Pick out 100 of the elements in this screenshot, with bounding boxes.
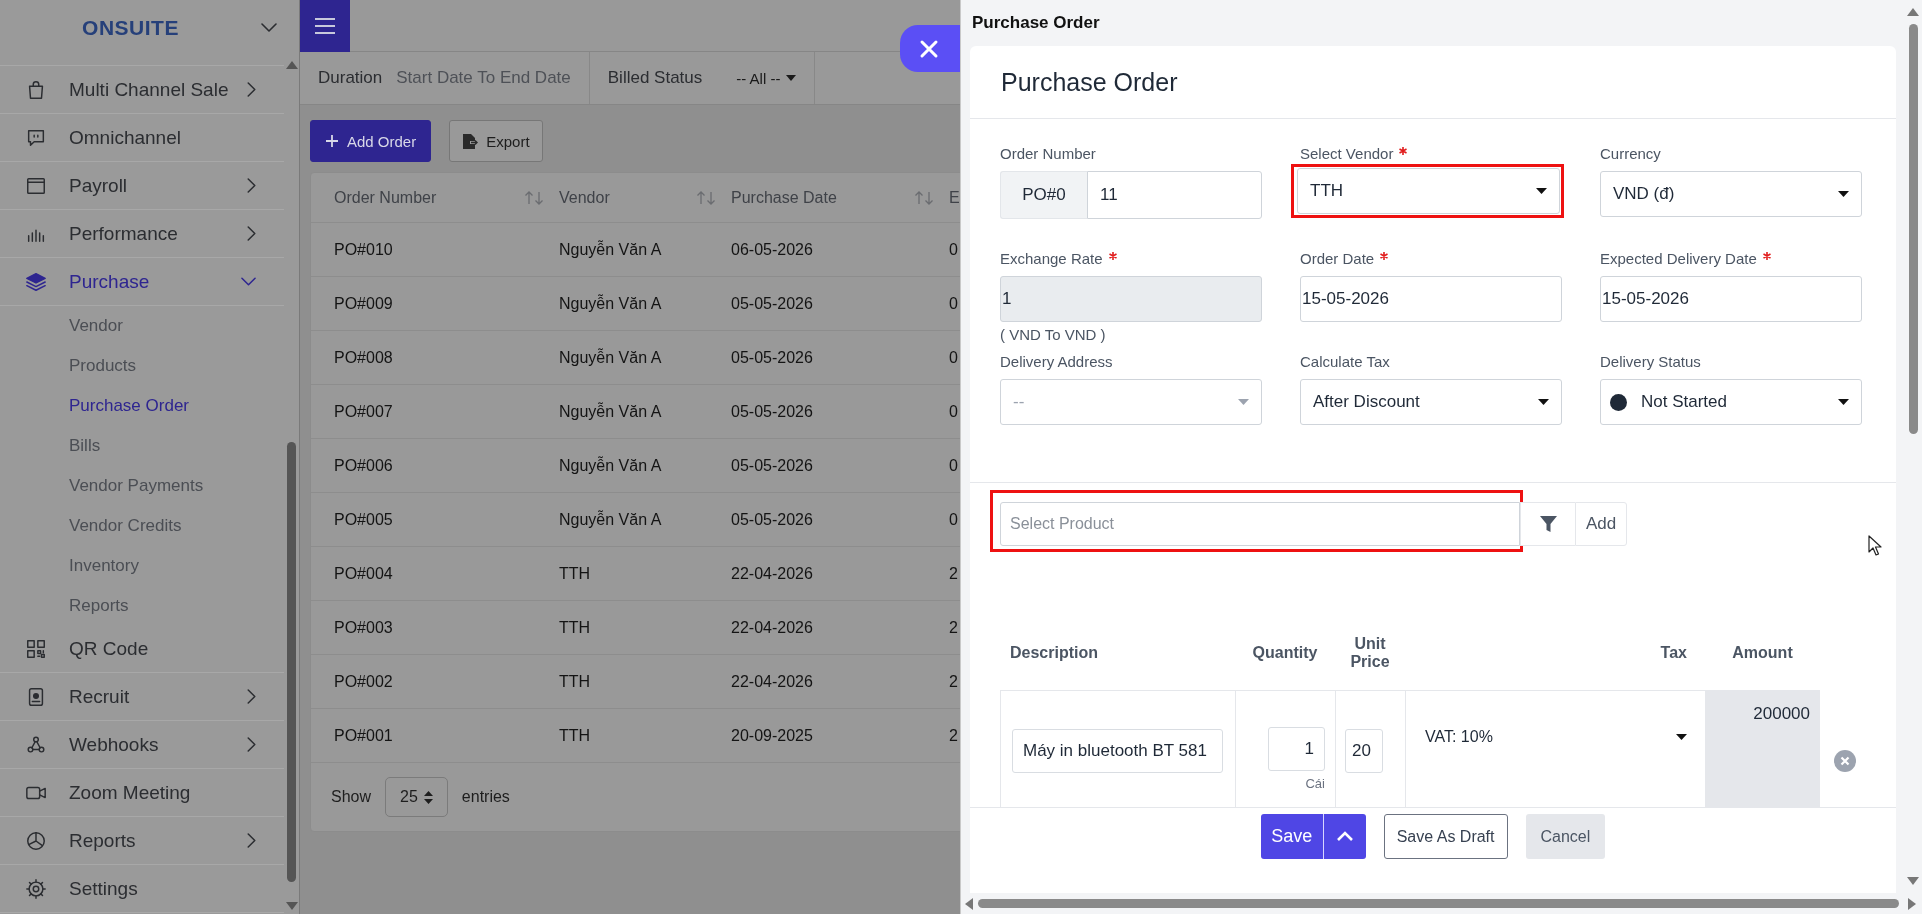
- chevron-right-icon: [247, 737, 256, 752]
- more-options-button[interactable]: [1322, 814, 1366, 859]
- chevron-right-icon: [247, 833, 256, 848]
- status-dropdown[interactable]: -- All --: [736, 69, 797, 87]
- table-cell-text: 05-05-2026: [730, 510, 814, 529]
- column-header: Amount: [1731, 643, 1794, 663]
- close-button[interactable]: [900, 25, 960, 72]
- column-header[interactable]: Vendor: [554, 188, 726, 207]
- table-cell-text: PO#003: [333, 618, 394, 637]
- submenu-item[interactable]: Vendor Payments: [0, 466, 284, 506]
- menu-item[interactable]: Multi Channel Sale: [0, 66, 284, 114]
- table-cell-text: 2: [948, 564, 959, 583]
- draft-button[interactable]: Save As Draft: [1383, 814, 1508, 859]
- export-button[interactable]: Export: [449, 120, 543, 162]
- submenu-item[interactable]: Inventory: [0, 546, 284, 586]
- asterisk-icon: [1762, 252, 1771, 260]
- column-header: Tax: [1659, 643, 1688, 663]
- input-field[interactable]: 11: [1087, 171, 1262, 219]
- scroll-up-icon[interactable]: [285, 61, 298, 69]
- scroll-down-icon[interactable]: [285, 902, 298, 910]
- unit-label: Cái: [1305, 776, 1325, 791]
- menu-button[interactable]: [300, 0, 350, 52]
- scrollbar-thumb[interactable]: [978, 899, 1899, 908]
- submenu-item[interactable]: Bills: [0, 426, 284, 466]
- table-cell-text: PO#007: [333, 402, 394, 421]
- table-cell-text: Nguyễn Văn A: [558, 456, 663, 475]
- menu-icon: [314, 17, 336, 35]
- caret-icon: [1536, 188, 1547, 194]
- table-cell-text: PO#006: [333, 456, 394, 475]
- tax-dropdown[interactable]: VAT: 10%: [1425, 725, 1705, 749]
- menu-item[interactable]: Webhooks: [0, 721, 284, 769]
- dropdown[interactable]: --: [1000, 379, 1262, 425]
- field-label: Order Date: [1300, 250, 1375, 267]
- form-heading: Purchase Order: [970, 46, 1896, 119]
- table-cell-text: 22-04-2026: [730, 564, 814, 583]
- add-button[interactable]: Add: [1575, 502, 1627, 546]
- table-cell-text: 0: [948, 240, 959, 259]
- table-cell-text: PO#004: [333, 564, 394, 583]
- scroll-left-icon[interactable]: [965, 897, 973, 910]
- plus-icon: [325, 134, 339, 148]
- pie-chart-icon: [25, 829, 47, 852]
- date-field[interactable]: 15-05-2026: [1300, 276, 1562, 322]
- date-range-field[interactable]: Start Date To End Date: [396, 68, 571, 88]
- save-button[interactable]: Save: [1260, 814, 1323, 859]
- description-field[interactable]: Máy in bluetooth BT 581: [1012, 729, 1223, 773]
- page-size-select[interactable]: 25: [385, 777, 448, 817]
- table-cell-text: 22-04-2026: [730, 618, 814, 637]
- quantity-field[interactable]: 1: [1268, 727, 1325, 771]
- column-header: Unit Price: [1349, 634, 1391, 672]
- field-label: Delivery Status: [1600, 353, 1701, 370]
- input-prefix: PO#0: [1000, 171, 1087, 219]
- scrollbar-thumb[interactable]: [287, 442, 296, 882]
- table-cell-text: PO#001: [333, 726, 394, 745]
- field-label: Select Vendor: [1300, 145, 1394, 162]
- dropdown[interactable]: VND (đ): [1600, 171, 1862, 217]
- menu-item[interactable]: Payroll: [0, 162, 284, 210]
- menu-item[interactable]: Omnichannel: [0, 114, 284, 162]
- table-cell-text: 05-05-2026: [730, 402, 814, 421]
- table-cell-text: Nguyễn Văn A: [558, 402, 663, 421]
- scroll-down-icon[interactable]: [1907, 877, 1919, 885]
- menu-item[interactable]: QR Code: [0, 625, 284, 673]
- file-export-icon: [462, 132, 479, 150]
- table-cell-text: TTH: [558, 726, 592, 745]
- menu-item[interactable]: Settings: [0, 865, 284, 913]
- unit-price-field[interactable]: 20: [1345, 729, 1383, 773]
- product-search-field[interactable]: Select Product: [1000, 502, 1520, 546]
- scroll-up-icon[interactable]: [1907, 8, 1919, 16]
- submenu-item[interactable]: Vendor Credits: [0, 506, 284, 546]
- scrollbar-thumb[interactable]: [1908, 24, 1918, 434]
- column-header[interactable]: Purchase Date: [726, 188, 944, 207]
- filter-button[interactable]: [1520, 502, 1575, 546]
- menu-item[interactable]: Recruit: [0, 673, 284, 721]
- submenu-item[interactable]: Purchase Order: [0, 386, 284, 426]
- menu-item[interactable]: Performance: [0, 210, 284, 258]
- caret-icon: [1538, 399, 1549, 405]
- scroll-right-icon[interactable]: [1908, 897, 1916, 910]
- submenu-item[interactable]: Vendor: [0, 306, 284, 346]
- caret-icon: [1838, 191, 1849, 197]
- dropdown[interactable]: After Discount: [1300, 379, 1562, 425]
- table-cell-text: 05-05-2026: [730, 348, 814, 367]
- dropdown[interactable]: Not Started: [1600, 379, 1862, 425]
- table-cell-text: 0: [948, 294, 959, 313]
- panel-title: Purchase Order: [971, 12, 1101, 34]
- chevron-down-icon[interactable]: [261, 23, 277, 32]
- column-header[interactable]: Order Number: [311, 188, 554, 207]
- filter-label: Billed Status: [607, 68, 703, 88]
- dropdown[interactable]: TTH: [1297, 168, 1560, 214]
- cancel-button[interactable]: Cancel: [1525, 814, 1606, 859]
- caret-icon: [1838, 399, 1849, 405]
- table-cell-text: 2: [948, 672, 959, 691]
- submenu-item[interactable]: Products: [0, 346, 284, 386]
- submenu-item[interactable]: Reports: [0, 586, 284, 625]
- remove-icon[interactable]: [1834, 750, 1856, 772]
- menu-item[interactable]: Purchase: [0, 258, 284, 306]
- date-field[interactable]: 15-05-2026: [1600, 276, 1862, 322]
- table-cell-text: TTH: [558, 564, 592, 583]
- add-button[interactable]: Add Order: [310, 120, 432, 162]
- menu-item[interactable]: Zoom Meeting: [0, 769, 284, 817]
- field-label: Calculate Tax: [1300, 353, 1390, 370]
- menu-item[interactable]: Reports: [0, 817, 284, 865]
